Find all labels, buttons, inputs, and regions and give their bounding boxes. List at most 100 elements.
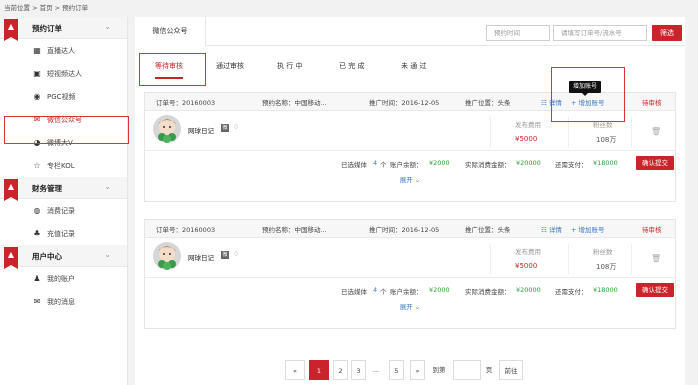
divider [631,244,632,274]
balance-label: 账户余额： [390,288,423,296]
subtab-highlight [139,53,206,86]
chevron-down-icon: ⌄ [104,22,111,31]
selected-media-count: 4 [373,286,378,294]
sidebar-item-label: 我的消息 [47,297,75,306]
add-account-tooltip: 增加账号 [569,81,602,96]
sidebar-item-recharge[interactable]: ♣ 充值记录 [0,222,127,245]
selected-media-label: 已选媒体 [341,288,367,296]
divider [490,117,491,147]
status-badge: 待审核 [642,226,662,234]
promo-position: 推广位置：头条 [465,99,511,107]
verified-icon: ♢ [233,250,240,258]
media-row: 网球日记 微 ♢ 发布费用 ¥5000 粉丝数 108万 🗑 [145,239,675,278]
go-button[interactable]: 前往 [499,360,523,380]
due-label: 还需支付： [555,161,588,169]
sidebar-item-messages[interactable]: ✉ 我的消息 [0,290,127,313]
top-tabbar: 微信公众号 预约时间 请填写订单号/流水号 筛选 [135,17,685,47]
tab-rejected[interactable]: 未 通 过 [401,55,426,79]
page-unit-label: 页 [485,366,493,374]
bag-icon: ♣ [33,229,41,238]
divider [490,244,491,274]
active-item-highlight [4,116,129,144]
divider [568,244,569,274]
tab-approved[interactable]: 通过审核 [216,55,244,79]
promo-time: 推广时间：2016-12-05 [369,226,440,234]
sidebar-item-consumption[interactable]: ◍ 消费记录 [0,199,127,222]
sidebar-item-short-video[interactable]: ▣ 短视频达人 [0,62,127,85]
flag-icon: ▲ [4,179,18,201]
coin-icon: ◍ [33,206,41,215]
sidebar-item-kol[interactable]: ☆ 专栏KOL [0,154,127,177]
due-value: ¥18000 [593,159,618,167]
sidebar-item-label: 充值记录 [47,229,75,238]
sidebar-section-finance[interactable]: ▲ 财务管理 ⌄ [0,177,127,201]
trash-icon[interactable]: 🗑 [651,254,661,263]
balance-label: 账户余额： [390,161,423,169]
fans-value: 108万 [596,136,617,144]
tab-completed[interactable]: 已 完 成 [339,55,364,79]
flag-icon: ▲ [4,19,18,41]
sidebar-item-live[interactable]: ▦ 直播达人 [0,39,127,62]
play-icon: ◉ [33,92,41,101]
balance-value: ¥2000 [429,159,450,167]
tooltip-highlight [551,67,625,122]
tab-wechat[interactable]: 微信公众号 [135,17,206,47]
expand-toggle[interactable]: 展开 ⌄ [145,174,675,188]
media-name: 网球日记 [188,254,214,262]
sidebar-item-pgc[interactable]: ◉ PGC视频 [0,85,127,108]
chevron-down-icon: ⌄ [104,250,111,259]
selected-media-unit: 个 [380,288,387,296]
next-page-button[interactable]: » [410,360,425,380]
booking-name: 预约名称：中国移动... [262,226,327,234]
add-account-link[interactable]: + 增加账号 [571,224,605,234]
sidebar-item-label: 专栏KOL [47,161,75,170]
sidebar-section-title: 财务管理 [32,184,62,193]
booking-name: 预约名称：中国移动... [262,99,327,107]
filter-button[interactable]: 筛选 [652,25,682,41]
prev-page-button[interactable]: « [285,360,305,380]
order-number: 订单号：20160003 [156,226,216,234]
avatar [153,115,181,143]
sidebar-section-user[interactable]: ▲ 用户中心 ⌄ [0,245,127,269]
tab-executing[interactable]: 执 行 中 [277,55,302,79]
spend-value: ¥20000 [516,159,541,167]
confirm-submit-button[interactable]: 确认提交 [636,283,674,297]
balance-value: ¥2000 [429,286,450,294]
sidebar-section-title: 用户中心 [32,252,62,261]
divider [631,117,632,147]
video-icon: ▣ [33,69,41,78]
expand-toggle[interactable]: 展开 ⌄ [145,301,675,315]
promo-time: 推广时间：2016-12-05 [369,99,440,107]
sidebar-item-label: PGC视频 [47,92,76,101]
sidebar-section-orders[interactable]: ▲ 预约订单 ⌄ [0,17,127,41]
sidebar-item-label: 直播达人 [47,46,75,55]
promo-position: 推广位置：头条 [465,226,511,234]
sidebar: ▲ 预约订单 ⌄ ▦ 直播达人 ▣ 短视频达人 ◉ PGC视频 ✉ 微信公众号 … [0,17,128,385]
sidebar-item-label: 我的账户 [47,274,75,283]
price-label: 发布费用 [515,248,541,256]
trash-icon[interactable]: 🗑 [651,127,661,136]
media-name: 网球日记 [188,127,214,135]
page-button[interactable]: 5 [389,360,404,380]
sidebar-item-account[interactable]: ♟ 我的账户 [0,267,127,290]
page-number-input[interactable] [453,360,481,380]
flag-icon: ▲ [4,247,18,269]
confirm-submit-button[interactable]: 确认提交 [636,156,674,170]
status-badge: 待审核 [642,99,662,107]
main-panel: 微信公众号 预约时间 请填写订单号/流水号 筛选 等待审核 通过审核 执 行 中… [135,17,685,385]
price-label: 发布费用 [515,121,541,129]
page-button[interactable]: 2 [333,360,348,380]
spend-value: ¥20000 [516,286,541,294]
film-icon: ▦ [33,46,41,55]
page-button[interactable]: 1 [309,360,329,380]
goto-label: 到第 [432,366,446,374]
detail-link[interactable]: ☷ 详情 [541,224,562,234]
page-ellipsis: ... [372,366,380,374]
order-summary: 已选媒体 4 个 账户余额： ¥2000 实际消费金额： ¥20000 还需支付… [145,279,675,301]
date-input[interactable]: 预约时间 [486,25,550,41]
due-value: ¥18000 [593,286,618,294]
order-search-input[interactable]: 请填写订单号/流水号 [553,25,647,41]
price-value: ¥5000 [515,262,538,270]
page-button[interactable]: 3 [351,360,366,380]
sidebar-item-label: 消费记录 [47,206,75,215]
